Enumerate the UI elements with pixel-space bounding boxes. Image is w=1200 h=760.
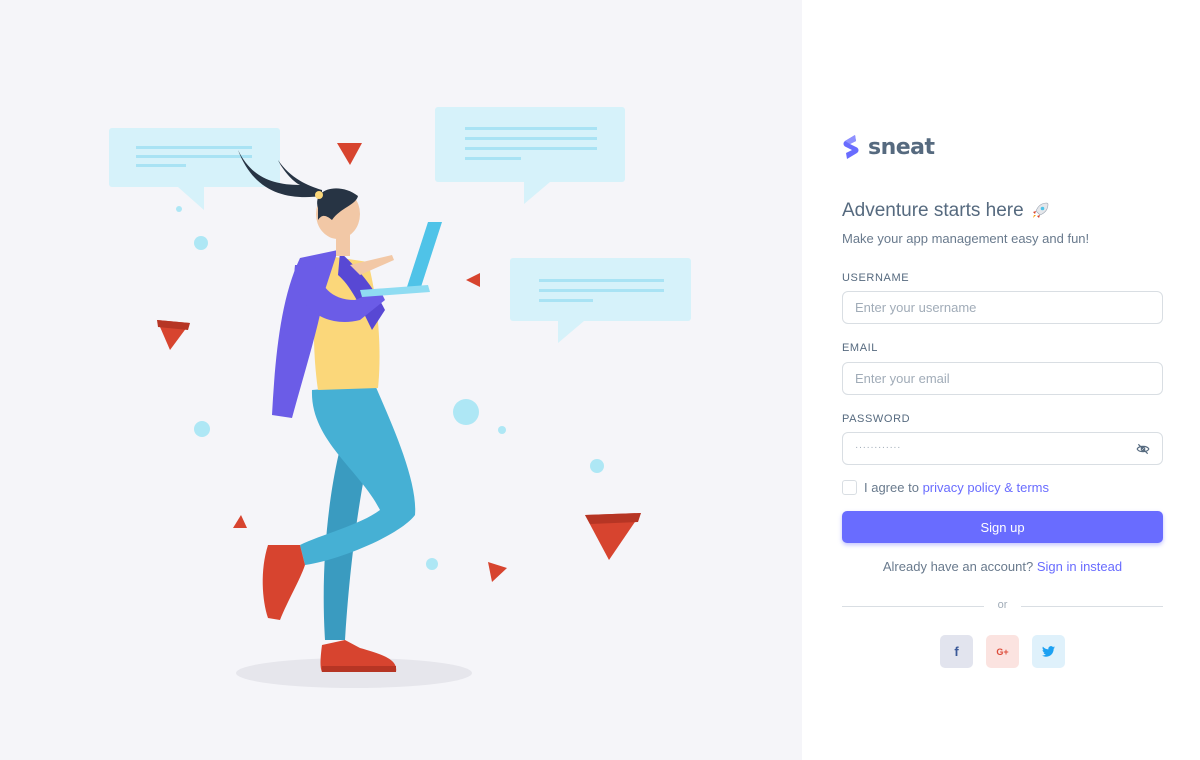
google-plus-icon: G+	[996, 646, 1009, 657]
signin-prompt-text: Already have an account?	[882, 559, 1034, 574]
title-text: Adventure starts here	[842, 200, 1024, 221]
speech-bubble-left	[109, 128, 280, 210]
woman-figure	[238, 150, 442, 672]
terms-checkbox[interactable]	[842, 480, 857, 495]
password-masked-value: ············	[855, 442, 901, 453]
illustration-panel	[0, 0, 802, 760]
google-plus-login-button[interactable]: G+	[986, 635, 1019, 668]
facebook-icon: f	[954, 644, 959, 659]
facebook-login-button[interactable]: f	[940, 635, 973, 668]
page-title: Adventure starts here	[842, 200, 1050, 222]
terms-prefix: I agree to	[864, 480, 919, 495]
sign-up-button[interactable]: Sign up	[842, 511, 1163, 543]
twitter-icon	[1042, 646, 1055, 657]
email-label: EMAIL	[842, 342, 879, 354]
username-input[interactable]	[842, 291, 1163, 324]
divider-line-right	[1021, 606, 1163, 607]
speech-bubble-top	[435, 107, 625, 204]
woman-with-laptop-illustration	[109, 107, 691, 688]
or-text: or	[997, 599, 1008, 611]
password-label: PASSWORD	[842, 413, 911, 425]
eye-off-icon[interactable]	[1136, 442, 1150, 456]
or-divider: or	[842, 599, 1163, 613]
signin-prompt: Already have an account? Sign in instead	[842, 559, 1163, 574]
sign-in-link[interactable]: Sign in instead	[1037, 559, 1122, 574]
brand-name: sneat	[868, 134, 935, 160]
terms-agreement: I agree to privacy policy & terms	[842, 480, 1049, 495]
sneat-logo-icon	[843, 135, 859, 159]
speech-bubble-right	[510, 258, 691, 343]
rocket-icon	[1032, 202, 1048, 218]
username-label: USERNAME	[842, 272, 910, 284]
password-input[interactable]: ············	[842, 432, 1163, 465]
social-login-buttons: f G+	[940, 635, 1065, 668]
privacy-terms-link[interactable]: privacy policy & terms	[923, 480, 1049, 495]
brand[interactable]: sneat	[842, 133, 935, 161]
email-input[interactable]	[842, 362, 1163, 395]
page-subtitle: Make your app management easy and fun!	[842, 231, 1090, 246]
twitter-login-button[interactable]	[1032, 635, 1065, 668]
signup-panel: sneat Adventure starts here Make your ap…	[802, 0, 1200, 760]
